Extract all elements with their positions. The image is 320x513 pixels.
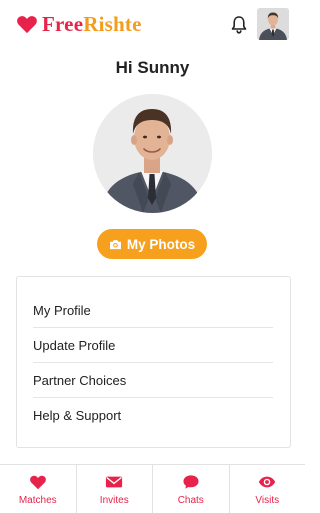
menu-item-help-support[interactable]: Help & Support [33,398,273,432]
heart-icon [29,475,46,490]
nav-item-visits[interactable]: Visits [228,465,306,513]
menu-item-label: Partner Choices [33,372,127,388]
my-photos-label: My Photos [126,236,196,252]
envelope-icon [106,476,123,488]
menu-item-partner-choices[interactable]: Partner Choices [33,363,273,397]
eye-icon [259,476,276,488]
nav-item-label: Invites [99,495,129,506]
chat-bubble-icon [183,475,199,489]
nav-item-matches[interactable]: Matches [0,465,76,513]
profile-photo-image [93,94,212,213]
camera-icon [109,239,121,249]
nav-item-label: Matches [18,495,57,506]
menu-item-update-profile[interactable]: Update Profile [33,328,273,362]
nav-item-label: Chats [177,495,204,506]
bottom-nav: Matches Invites Chats Visits [0,464,305,513]
profile-photo[interactable] [93,94,212,213]
menu-item-my-profile[interactable]: My Profile [33,293,273,327]
greeting-text: Hi Sunny [115,58,190,77]
user-avatar[interactable] [257,8,289,40]
my-photos-button[interactable]: My Photos [97,229,207,259]
nav-item-chats[interactable]: Chats [152,465,229,513]
heart-icon [17,16,37,34]
brand-name-rishte: Rishte [83,12,142,36]
menu-item-label: Update Profile [33,337,116,353]
brand-name-free: Free [42,12,84,36]
nav-item-label: Visits [255,495,280,506]
profile-menu: My Profile Update Profile Partner Choice… [16,276,291,448]
avatar-image [257,8,289,40]
menu-item-label: My Profile [33,302,91,318]
bell-icon[interactable] [230,15,248,35]
brand-logo[interactable]: FreeRishte [16,12,142,36]
app-header: FreeRishte [0,0,305,50]
brand-name: FreeRishte [42,12,142,36]
menu-item-label: Help & Support [33,407,122,423]
nav-item-invites[interactable]: Invites [75,465,153,513]
